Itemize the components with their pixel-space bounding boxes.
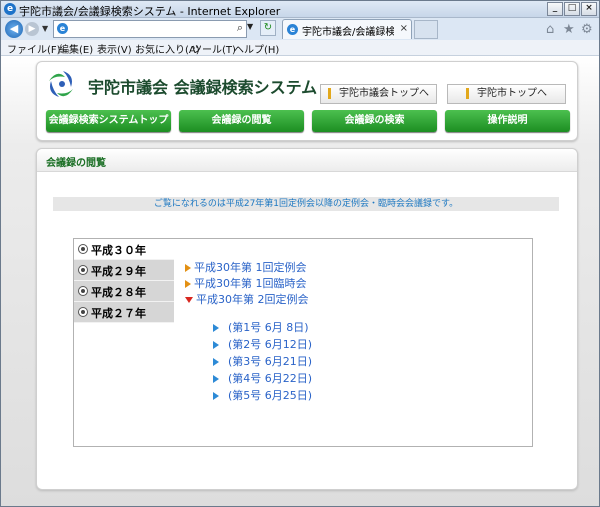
radio-icon (78, 244, 88, 254)
expand-arrow-icon (185, 264, 191, 272)
radio-icon (78, 265, 88, 275)
new-tab-button[interactable] (414, 20, 438, 39)
bullet-arrow-icon (213, 375, 219, 383)
city-top-label: 宇陀市トップへ (477, 88, 547, 99)
main-nav: 会議録検索システムトップ 会議録の閲覧 会議録の検索 操作説明 (46, 110, 570, 132)
forward-arrow-icon[interactable]: ▶ (25, 22, 39, 36)
session-label: 平成30年第 1回臨時会 (194, 277, 307, 290)
issue-link[interactable]: (第4号 6月22日) (213, 370, 312, 386)
nav-system-top[interactable]: 会議録検索システムトップ (46, 110, 171, 132)
ie-logo-icon: e (4, 3, 16, 15)
nav-help[interactable]: 操作説明 (445, 110, 570, 132)
session-label: 平成30年第 1回定例会 (194, 261, 307, 274)
section-title: 会議録の閲覧 (46, 158, 106, 169)
year-tab-h27[interactable]: 平成２７年 (74, 302, 174, 323)
council-top-link[interactable]: 宇陀市議会トップへ (320, 84, 437, 104)
menu-edit[interactable]: 編集(E) (59, 41, 93, 56)
page-content: 宇陀市議会 会議録検索システム 宇陀市議会トップへ 宇陀市トップへ 会議録検索シ… (1, 56, 599, 506)
link-bar-icon (466, 87, 469, 99)
notice-text: ご覧になれるのは平成27年第1回定例会以降の定例会・臨時会会議録です。 (53, 197, 559, 211)
bullet-arrow-icon (213, 392, 219, 400)
bullet-arrow-icon (213, 324, 219, 332)
issue-label: (第2号 6月12日) (228, 338, 313, 351)
year-tab-h30[interactable]: 平成３０年 (74, 239, 174, 260)
tab-ie-icon: e (287, 24, 298, 35)
expand-arrow-icon (185, 280, 191, 288)
back-arrow-icon[interactable]: ◀ (5, 20, 23, 38)
bullet-arrow-icon (213, 341, 219, 349)
issue-label: (第5号 6月25日) (228, 389, 313, 402)
menu-bar: ファイル(F) 編集(E) 表示(V) お気に入り(A) ツール(T) ヘルプ(… (1, 40, 599, 56)
issue-link[interactable]: (第5号 6月25日) (213, 387, 312, 403)
bullet-arrow-icon (213, 358, 219, 366)
council-top-label: 宇陀市議会トップへ (339, 88, 429, 99)
address-dropdown-icon[interactable]: ▼ (247, 22, 253, 31)
issue-link[interactable]: (第2号 6月12日) (213, 336, 312, 352)
menu-view[interactable]: 表示(V) (97, 41, 132, 56)
year-label: 平成２８年 (91, 286, 146, 299)
history-dropdown-icon[interactable]: ▼ (42, 24, 48, 33)
city-logo-icon (49, 71, 73, 97)
menu-help[interactable]: ヘルプ(H) (234, 41, 279, 56)
session-label: 平成30年第 2回定例会 (196, 293, 309, 306)
issue-label: (第4号 6月22日) (228, 372, 313, 385)
maximize-button[interactable]: □ (564, 2, 580, 16)
issue-label: (第3号 6月21日) (228, 355, 313, 368)
page-ie-icon: e (57, 23, 68, 34)
section-header: 会議録の閲覧 (37, 149, 577, 172)
year-tab-h29[interactable]: 平成２９年 (74, 260, 174, 281)
tab-close-icon[interactable]: × (400, 23, 408, 34)
title-bar: e 宇陀市議会/会議録検索システム - Internet Explorer _ … (1, 1, 599, 18)
site-title: 宇陀市議会 会議録検索システム (88, 78, 318, 97)
favorites-star-icon[interactable]: ★ (563, 22, 575, 37)
menu-tools[interactable]: ツール(T) (192, 41, 236, 56)
radio-icon (78, 307, 88, 317)
issue-link[interactable]: (第1号 6月 8日) (213, 319, 309, 335)
issue-label: (第1号 6月 8日) (228, 321, 309, 334)
radio-icon (78, 286, 88, 296)
collapse-arrow-icon (185, 297, 193, 303)
address-field[interactable]: e ⌕ (53, 20, 247, 38)
year-tab-h28[interactable]: 平成２８年 (74, 281, 174, 302)
close-button[interactable]: × (581, 2, 597, 16)
menu-favorites[interactable]: お気に入り(A) (135, 41, 200, 56)
city-top-link[interactable]: 宇陀市トップへ (447, 84, 566, 104)
session-link[interactable]: 平成30年第 2回定例会 (185, 291, 309, 307)
year-label: 平成３０年 (91, 244, 146, 257)
search-icon[interactable]: ⌕ (237, 21, 243, 35)
browse-panel: 会議録の閲覧 ご覧になれるのは平成27年第1回定例会以降の定例会・臨時会会議録で… (36, 148, 578, 490)
refresh-icon[interactable]: ↻ (260, 20, 276, 36)
tab-title: 宇陀市議会/会議録検索シ... (302, 27, 394, 38)
menu-file[interactable]: ファイル(F) (7, 41, 61, 56)
home-icon[interactable]: ⌂ (546, 22, 554, 37)
gear-icon[interactable]: ⚙ (581, 22, 593, 37)
address-toolbar: ◀ ▶ ▼ e ⌕ ▼ ↻ e 宇陀市議会/会議録検索シ... × ⌂ ★ ⚙ (1, 18, 599, 40)
site-header: 宇陀市議会 会議録検索システム 宇陀市議会トップへ 宇陀市トップへ 会議録検索シ… (36, 61, 578, 141)
minutes-list: 平成３０年 平成２９年 平成２８年 平成２７年 平成30年第 1回定例会 平成3… (73, 238, 533, 447)
issue-link[interactable]: (第3号 6月21日) (213, 353, 312, 369)
window-controls: _ □ × (547, 2, 597, 16)
minimize-button[interactable]: _ (547, 2, 563, 16)
nav-search[interactable]: 会議録の検索 (312, 110, 437, 132)
browser-tab[interactable]: e 宇陀市議会/会議録検索シ... × (282, 19, 412, 39)
window-title: 宇陀市議会/会議録検索システム - Internet Explorer (19, 5, 281, 18)
session-link[interactable]: 平成30年第 1回定例会 (185, 259, 307, 275)
year-label: 平成２７年 (91, 307, 146, 320)
session-link[interactable]: 平成30年第 1回臨時会 (185, 275, 307, 291)
link-bar-icon (328, 87, 331, 99)
nav-browse[interactable]: 会議録の閲覧 (179, 110, 304, 132)
year-label: 平成２９年 (91, 265, 146, 278)
browser-window: e 宇陀市議会/会議録検索システム - Internet Explorer _ … (0, 0, 600, 507)
